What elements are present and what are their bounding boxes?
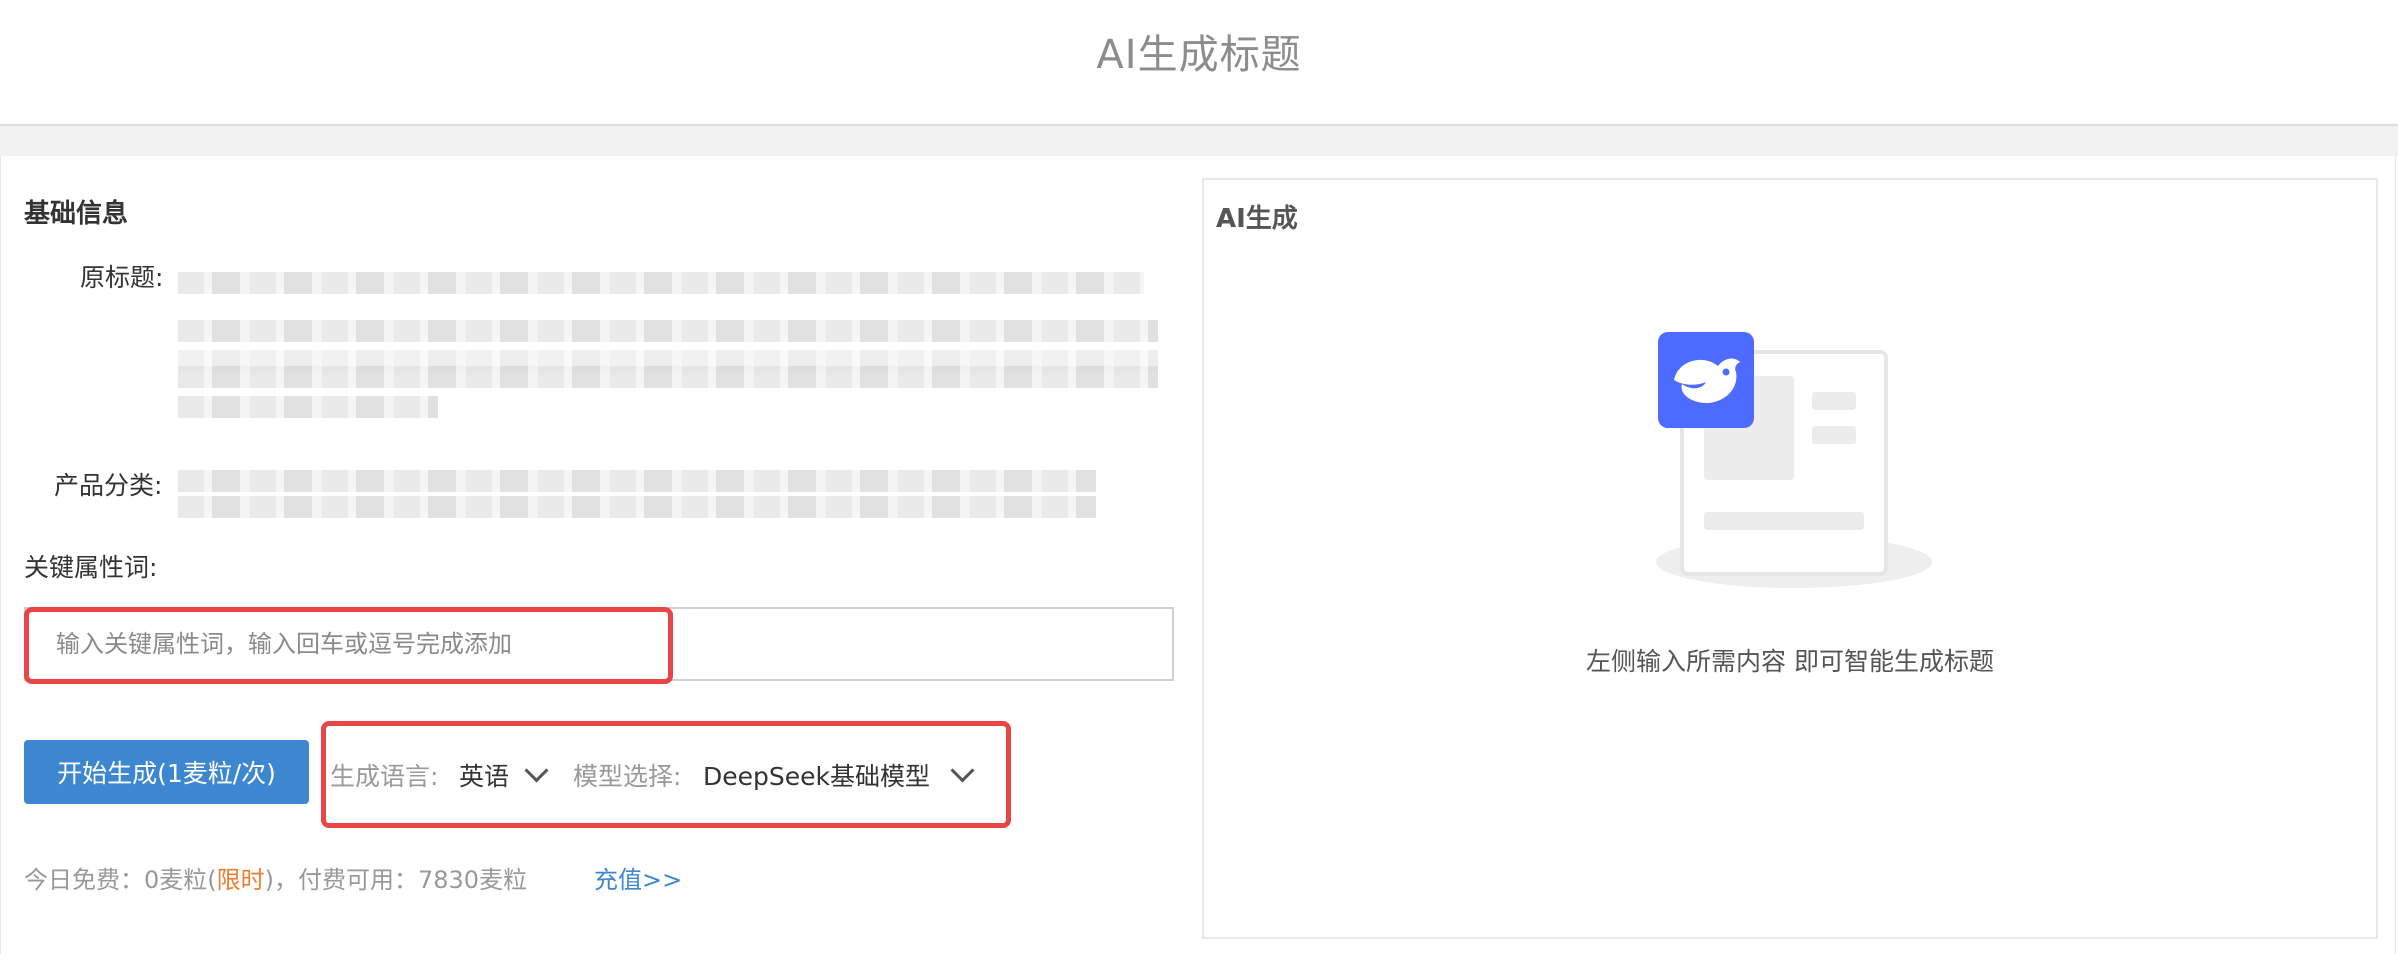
basic-info-title: 基础信息 [24, 199, 129, 229]
original-title-label: 原标题: [80, 263, 164, 292]
keywords-input-wrapper [24, 607, 1174, 681]
keywords-input[interactable] [26, 609, 1172, 679]
top-bar: AI生成标题 [0, 0, 2398, 126]
page-title: AI生成标题 [1096, 32, 1302, 78]
language-value: 英语 [459, 762, 510, 791]
deepseek-whale-icon [1658, 332, 1754, 428]
category-label: 产品分类: [54, 471, 163, 500]
recharge-link[interactable]: 充值>> [594, 860, 682, 895]
empty-state-hint: 左侧输入所需内容 即可智能生成标题 [1586, 647, 1994, 676]
ai-output-panel: AI生成 左侧输入所需内容 即可智能生成标题 [1202, 178, 2378, 939]
language-label: 生成语言: [330, 762, 439, 791]
keywords-label: 关键属性词: [24, 553, 158, 582]
ai-generate-title: AI生成 [1216, 204, 1298, 234]
model-value: DeepSeek基础模型 [703, 762, 930, 791]
quota-text: 今日免费：0麦粒(限时)，付费可用：7830麦粒 [24, 860, 527, 895]
quota-suffix: )，付费可用：7830麦粒 [264, 866, 528, 894]
empty-state-illustration [1656, 332, 1932, 588]
divider-strip [0, 126, 2398, 156]
model-label: 模型选择: [573, 762, 682, 791]
limited-badge: 限时 [216, 866, 265, 894]
start-generate-button[interactable]: 开始生成(1麦粒/次) [24, 740, 309, 804]
quota-prefix: 今日免费：0麦粒( [24, 866, 217, 894]
